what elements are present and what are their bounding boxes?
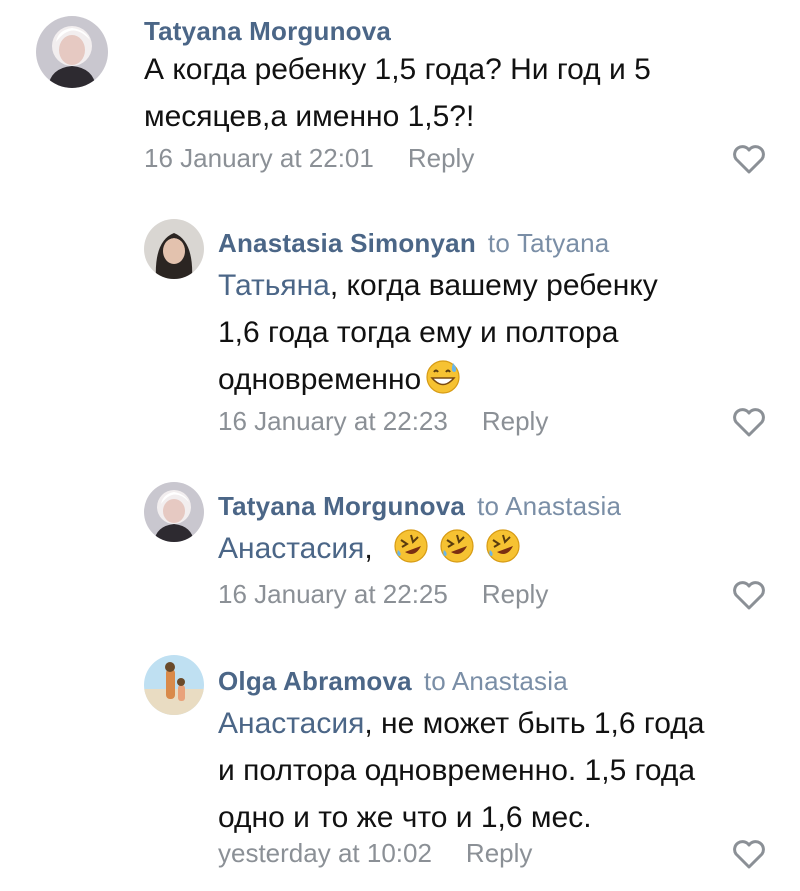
comment-meta: 16 January at 22:23 Reply (218, 406, 548, 437)
author-name: Tatyana Morgunova to Anastasia (218, 491, 621, 522)
author-name-text[interactable]: Tatyana Morgunova (144, 16, 391, 46)
comment-line: 1,6 года тогда ему и полтора (218, 316, 619, 349)
reply-to[interactable]: to Anastasia (424, 666, 568, 696)
author-name-text[interactable]: Tatyana Morgunova (218, 491, 465, 521)
comment-line-text: одновременно (218, 363, 422, 396)
mention-link[interactable]: Анастасия (218, 707, 364, 740)
comment-meta: yesterday at 10:02 Reply (218, 838, 532, 869)
comment-line-text: , не может быть 1,6 года (364, 707, 705, 740)
reply-to[interactable]: to Tatyana (488, 228, 610, 258)
rofl-emoji (394, 529, 428, 563)
author-name: Olga Abramova to Anastasia (218, 666, 568, 697)
author-name-text[interactable]: Anastasia Simonyan (218, 228, 476, 258)
timestamp: 16 January at 22:01 (144, 143, 374, 173)
mention-link[interactable]: Анастасия (218, 532, 364, 565)
timestamp: 16 January at 22:25 (218, 579, 448, 609)
reply-button[interactable]: Reply (482, 579, 548, 609)
comment-line: одновременно (218, 356, 658, 403)
timestamp: yesterday at 10:02 (218, 838, 432, 868)
comment: Tatyana Morgunova to Anastasia Анастасия, (0, 470, 800, 645)
comment-line: и полтора одновременно. 1,5 года (218, 754, 696, 787)
reply-button[interactable]: Reply (482, 406, 548, 436)
comment-meta: 16 January at 22:25 Reply (218, 579, 548, 610)
comment-line: месяцев,а именно 1,5?! (144, 100, 475, 133)
reply-to[interactable]: to Anastasia (477, 491, 621, 521)
timestamp: 16 January at 22:23 (218, 406, 448, 436)
author-name: Anastasia Simonyan to Tatyana (218, 228, 609, 259)
comment-line: Анастасия, не может быть 1,6 года (218, 700, 704, 747)
heart-outline-icon[interactable] (732, 840, 766, 870)
comment-line: Татьяна, когда вашему ребенку (218, 262, 658, 309)
grinning-sweat-emoji (426, 360, 460, 394)
heart-outline-icon[interactable] (732, 408, 766, 438)
avatar[interactable] (144, 482, 204, 542)
comment: Tatyana Morgunova А когда ребенку 1,5 го… (0, 0, 800, 190)
comment-text: Анастасия, (218, 525, 521, 572)
author-name[interactable]: Tatyana Morgunova (144, 16, 391, 47)
rofl-emoji (440, 529, 474, 563)
avatar[interactable] (144, 655, 204, 715)
reply-button[interactable]: Reply (408, 143, 474, 173)
heart-outline-icon[interactable] (732, 145, 766, 175)
avatar[interactable] (36, 16, 108, 88)
comment-text: Татьяна, когда вашему ребенку 1,6 года т… (218, 262, 658, 403)
comment-line: Анастасия, (218, 525, 521, 572)
comment-text: Анастасия, не может быть 1,6 года и полт… (218, 700, 704, 841)
comment: Anastasia Simonyan to Tatyana Татьяна, ко… (0, 190, 800, 470)
comment-line: А когда ребенку 1,5 года? Ни год и 5 (144, 53, 651, 86)
comment-line-text: , когда вашему ребенку (329, 269, 658, 302)
comment-meta: 16 January at 22:01 Reply (144, 143, 474, 174)
avatar[interactable] (144, 219, 204, 279)
comment-line-text: , (364, 532, 373, 565)
reply-button[interactable]: Reply (466, 838, 532, 868)
comment: Olga Abramova to Anastasia Анастасия, не … (0, 645, 800, 891)
heart-outline-icon[interactable] (732, 581, 766, 611)
rofl-emoji (486, 529, 520, 563)
comment-line: одно и то же что и 1,6 мес. (218, 801, 592, 834)
comment-text: А когда ребенку 1,5 года? Ни год и 5 мес… (144, 46, 651, 140)
author-name-text[interactable]: Olga Abramova (218, 666, 412, 696)
mention-link[interactable]: Татьяна (218, 269, 330, 302)
